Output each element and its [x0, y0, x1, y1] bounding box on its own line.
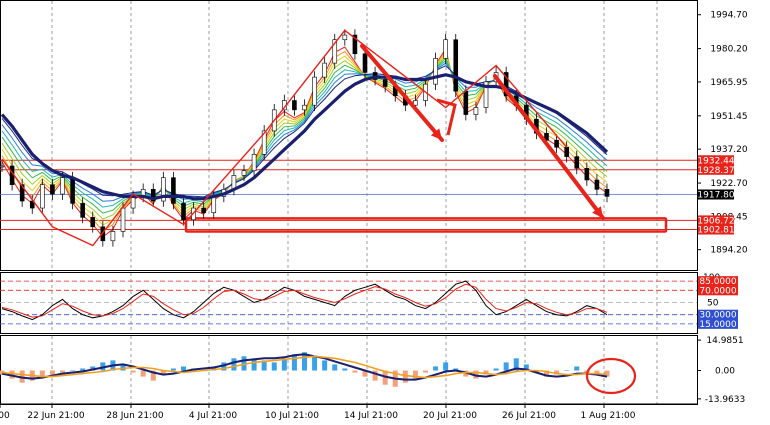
candle-body	[40, 184, 45, 209]
candle-body	[50, 184, 55, 195]
macd-histogram-bar	[170, 368, 176, 371]
level-tag-label: 1902.81	[697, 226, 734, 236]
macd-histogram-bar	[60, 370, 65, 373]
time-axis-label: 10 Jul 21:00	[265, 411, 319, 421]
price-axis-label: 1937.20	[710, 145, 747, 155]
candle-body	[554, 139, 559, 148]
candle-body	[604, 189, 610, 197]
candle-body	[110, 231, 116, 242]
candle-body	[443, 39, 448, 59]
stochastic-level-label: 70.0000	[699, 286, 736, 296]
time-axis-label: 26 Jul 21:00	[502, 411, 556, 421]
price-axis-label: 1965.95	[710, 78, 747, 88]
candle-body	[0, 165, 5, 168]
macd-histogram-bar	[503, 362, 509, 371]
macd-histogram-bar	[291, 354, 297, 371]
candle-body	[241, 170, 247, 176]
macd-histogram-bar	[574, 366, 580, 371]
stochastic-level-label: 15.0000	[699, 320, 736, 330]
price-axis-label: 1894.20	[710, 246, 747, 256]
candle-body	[90, 217, 96, 228]
candle-body	[342, 34, 348, 41]
current-price-label: 1917.80	[697, 190, 734, 200]
candle-body	[130, 196, 136, 209]
candle-body	[453, 39, 459, 92]
trading-chart: 1994.70 1980.20 1965.95 1951.45 1937.20 1922.…	[0, 0, 748, 421]
macd-histogram-bar	[352, 370, 358, 373]
macd-axis-label: 0.00	[715, 367, 735, 377]
macd-histogram-bar	[140, 370, 146, 377]
candle-body	[594, 179, 600, 190]
candle-body	[251, 153, 257, 171]
candle-body	[211, 196, 217, 214]
candle-body	[312, 76, 317, 106]
candle-body	[120, 207, 126, 232]
macd-histogram-bar	[49, 370, 55, 375]
candle-body	[60, 177, 65, 195]
macd-histogram-bar	[271, 362, 277, 371]
time-axis-label: 28 Jun 21:00	[106, 411, 163, 421]
macd-histogram-bar	[493, 368, 499, 371]
macd-histogram-bar	[433, 366, 439, 371]
macd-histogram-bar	[402, 370, 408, 383]
candle-body	[564, 146, 569, 157]
candle-body	[292, 100, 297, 111]
macd-histogram-bar	[181, 366, 186, 371]
candle-body	[382, 79, 388, 87]
candle-body	[574, 156, 580, 169]
level-tag-label: 1928.37	[697, 166, 734, 176]
candle-body	[463, 90, 469, 115]
macd-histogram-bar	[342, 368, 348, 371]
candle-body	[362, 53, 368, 73]
time-axis-label: 22 Jun 21:00	[27, 411, 84, 421]
macd-histogram-bar	[423, 370, 428, 373]
chart-root: 1994.70 1980.20 1965.95 1951.45 1937.20 1922.…	[0, 0, 770, 425]
macd-histogram-bar	[70, 370, 76, 372]
macd-axis-label: -13.9633	[705, 395, 745, 405]
price-axis-label: 1922.70	[710, 179, 747, 189]
time-axis-label: 00	[0, 411, 10, 421]
candle-body	[322, 62, 327, 78]
price-axis-label: 1951.45	[710, 112, 747, 122]
candle-body	[201, 207, 206, 214]
candle-body	[171, 177, 176, 204]
macd-histogram-bar	[231, 358, 237, 371]
macd-axis-label: 14.9851	[706, 336, 743, 346]
macd-histogram-bar	[564, 370, 570, 372]
macd-histogram-bar	[332, 364, 338, 371]
macd-histogram-bar	[312, 356, 318, 371]
candle-body	[433, 58, 438, 85]
candle-body	[80, 203, 85, 218]
stochastic-panel-frame	[0, 272, 698, 334]
time-axis-label: 20 Jul 21:00	[423, 411, 477, 421]
macd-histogram-bar	[443, 362, 449, 371]
candle-body	[302, 104, 307, 111]
stochastic-level-label: 50	[707, 299, 719, 309]
candle-body	[473, 107, 479, 115]
candle-body	[181, 203, 186, 221]
level-tag-label: 1932.44	[697, 156, 734, 166]
price-axis-label: 1980.20	[710, 45, 747, 55]
time-axis-label: 1 Aug 21:00	[581, 411, 636, 421]
time-axis-label: 14 Jul 21:00	[344, 411, 398, 421]
price-axis-label: 1994.70	[710, 11, 747, 21]
candle-body	[584, 168, 590, 181]
candle-body	[70, 177, 75, 204]
macd-histogram-bar	[130, 370, 136, 373]
time-axis-label: 4 Jul 21:00	[189, 411, 238, 421]
macd-histogram-bar	[322, 360, 328, 371]
